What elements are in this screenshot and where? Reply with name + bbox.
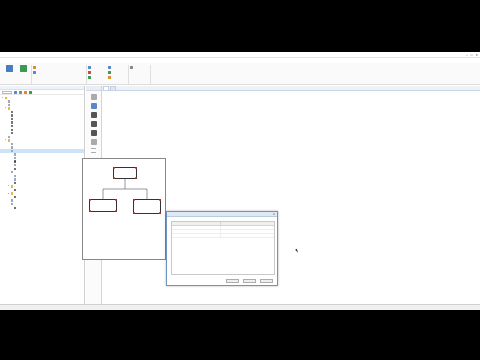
editor-subheader: [102, 91, 480, 96]
image-icon: [108, 76, 111, 79]
selection-handle[interactable]: [113, 177, 115, 179]
property-name-cell: [172, 230, 222, 233]
selection-handle[interactable]: [135, 177, 137, 179]
ribbon-g1-item-0[interactable]: [33, 66, 37, 69]
ribbon-g1-item-1[interactable]: [33, 71, 37, 74]
diagram-node-head[interactable]: [113, 167, 137, 179]
grid-col-1: [172, 222, 222, 225]
selection-handle[interactable]: [89, 199, 91, 201]
selection-handle[interactable]: [133, 212, 135, 214]
person-tool-icon[interactable]: [90, 112, 97, 118]
tree-toggle-icon[interactable]: ▾: [8, 193, 10, 195]
property-value-cell[interactable]: [221, 234, 274, 237]
ribbon-big-button[interactable]: [3, 65, 16, 74]
selection-handle[interactable]: [133, 199, 135, 201]
connector-tool-icon[interactable]: [91, 148, 96, 149]
document-icon: [6, 65, 13, 72]
dialog-title-bar: ✕: [167, 212, 277, 217]
tree-item[interactable]: [0, 206, 84, 210]
ribbon-g4-item-0[interactable]: [130, 66, 134, 69]
selection-handle[interactable]: [115, 210, 117, 212]
filter-icon[interactable]: [14, 90, 17, 94]
pdf-icon: [88, 66, 91, 69]
property-name-cell: [172, 234, 222, 237]
dialog-property-grid: [171, 221, 275, 275]
settings-icon: [33, 66, 36, 69]
diagram-node-left[interactable]: [89, 199, 117, 212]
ribbon-toolbar: [0, 63, 480, 85]
diagram-node-right[interactable]: [133, 199, 161, 214]
selection-handle[interactable]: [113, 167, 115, 169]
ribbon-g3-item-2[interactable]: [108, 76, 112, 79]
tree-toggle-icon[interactable]: ▾: [8, 185, 10, 187]
property-name-cell: [172, 226, 222, 229]
window-controls: – □ ✕: [466, 53, 478, 57]
ribbon-g2-item-1[interactable]: [88, 71, 92, 74]
pointer-tool-icon[interactable]: [90, 94, 97, 100]
format-icon: [33, 71, 36, 74]
close-icon[interactable]: ✕: [475, 53, 478, 57]
ribbon-g3-item-1[interactable]: [108, 71, 112, 74]
dashed-connector-tool-icon[interactable]: [91, 152, 96, 153]
model-tree: ▾ ▾ ▾ ▾ ▾: [0, 95, 84, 210]
dialog-close-icon[interactable]: ✕: [273, 213, 275, 216]
xml-icon: [88, 71, 91, 74]
print-icon: [130, 66, 133, 69]
ok-button[interactable]: [226, 278, 239, 283]
ribbon-second-big-button[interactable]: [17, 65, 29, 72]
rectangle-tool-icon[interactable]: [90, 103, 97, 109]
tab-diagram-1[interactable]: [103, 86, 109, 90]
ribbon-g3-item-0[interactable]: [108, 66, 112, 69]
refresh-icon[interactable]: [29, 90, 32, 94]
screen: – □ ✕ ▾ ▾ ▾ ▾ ▾ ✕: [0, 0, 480, 360]
cancel-button[interactable]: [260, 278, 273, 283]
palette-tab[interactable]: [86, 86, 101, 91]
tree-toggle-icon[interactable]: ▾: [5, 139, 7, 141]
navigator-panel: ▾ ▾ ▾ ▾ ▾: [0, 86, 85, 304]
selection-handle[interactable]: [89, 210, 91, 212]
selection-handle[interactable]: [159, 212, 161, 214]
word-icon: [108, 66, 111, 69]
selection-handle[interactable]: [159, 199, 161, 201]
tree-toggle-icon[interactable]: ▾: [2, 97, 4, 99]
apply-button[interactable]: [243, 278, 256, 283]
html-icon: [88, 76, 91, 79]
property-value-cell[interactable]: [221, 230, 274, 233]
expand-icon[interactable]: [19, 90, 22, 94]
selection-handle[interactable]: [115, 199, 117, 201]
status-bar: [0, 304, 480, 310]
property-value-cell[interactable]: [221, 226, 274, 229]
maximize-icon[interactable]: □: [471, 53, 473, 57]
tree-toggle-icon[interactable]: ▾: [5, 107, 7, 109]
ribbon-g2-item-2[interactable]: [88, 76, 92, 79]
group-tool-icon[interactable]: [90, 121, 97, 127]
navigator-filter-field[interactable]: [2, 90, 12, 94]
org-unit-tool-icon[interactable]: [90, 130, 97, 136]
dialog-buttons: [226, 278, 273, 283]
person-icon: [14, 206, 17, 209]
excel-icon: [108, 71, 111, 74]
table-row[interactable]: [172, 234, 274, 238]
selection-handle[interactable]: [135, 167, 137, 169]
ribbon-g2-item-0[interactable]: [88, 66, 92, 69]
org-diagram-frame[interactable]: [82, 158, 166, 260]
table-icon: [19, 65, 27, 72]
properties-dialog: ✕: [166, 211, 278, 286]
favorites-icon[interactable]: [24, 90, 27, 94]
tab-diagram-2[interactable]: [110, 86, 116, 90]
grid-col-2: [221, 222, 274, 225]
minimize-icon[interactable]: –: [466, 53, 468, 57]
text-tool-icon[interactable]: [90, 139, 97, 145]
